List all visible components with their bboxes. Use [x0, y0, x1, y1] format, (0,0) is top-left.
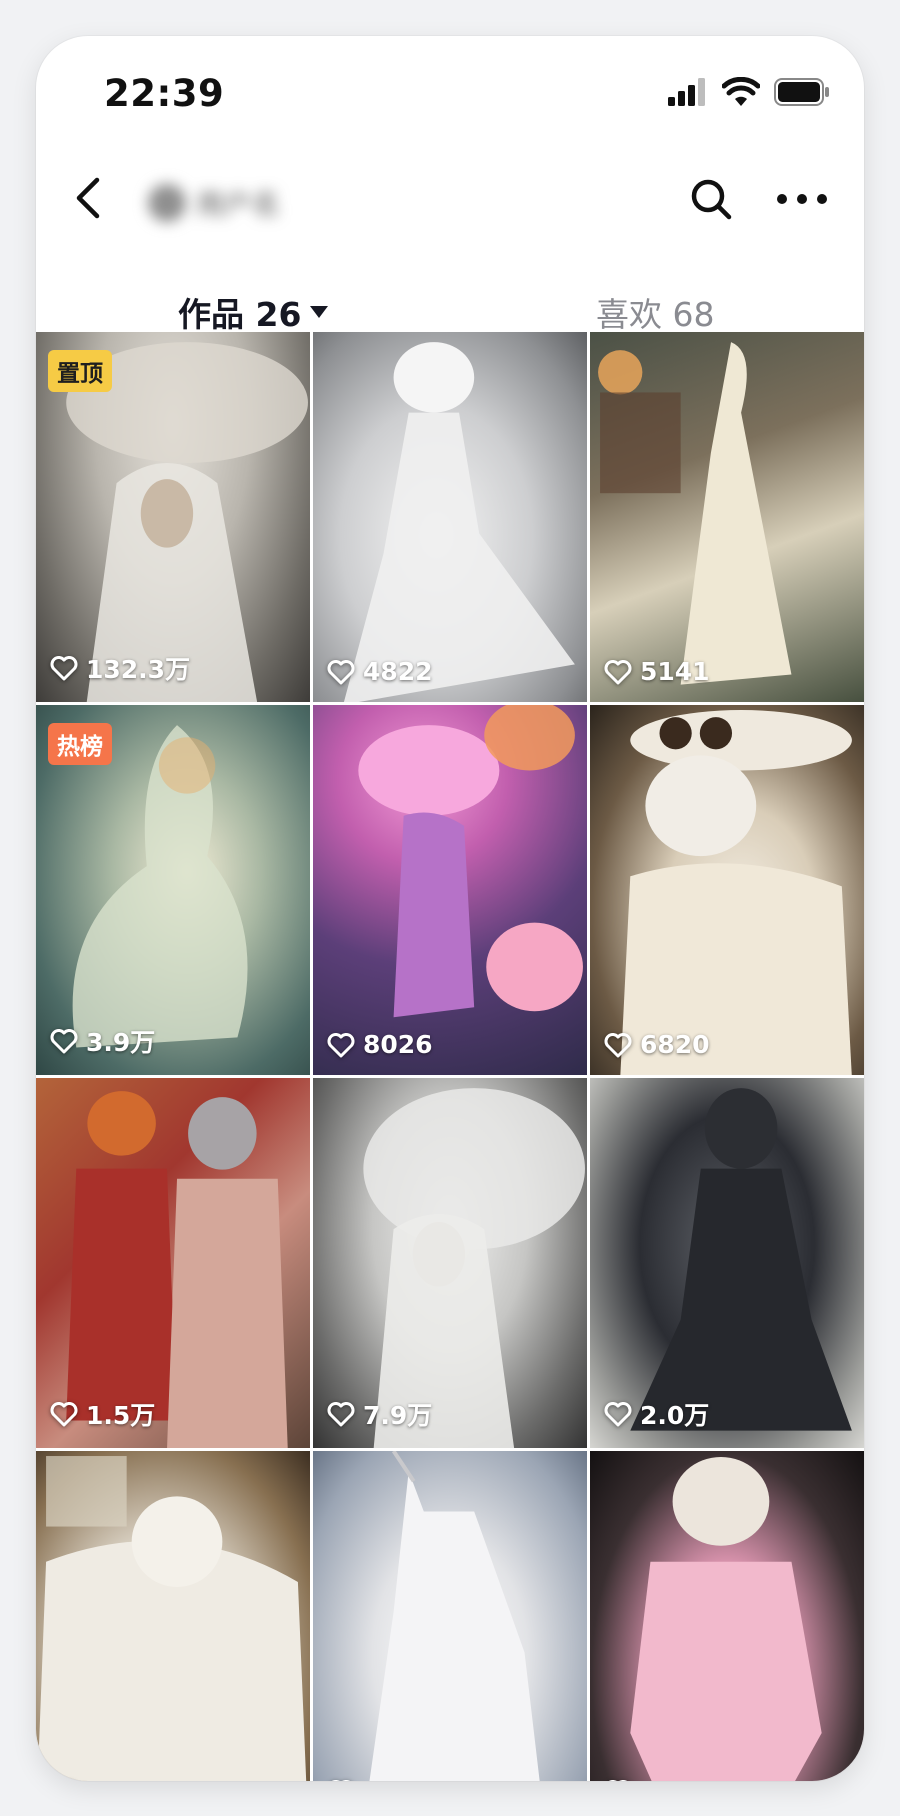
- thumbnail-image: [369, 1451, 540, 1781]
- like-count: [50, 1779, 86, 1781]
- video-thumbnail-white-lion-sofa[interactable]: [36, 1451, 310, 1781]
- thumbnail-image: [598, 342, 792, 685]
- like-count: [604, 1779, 640, 1781]
- tab-likes-label: 喜欢 68: [596, 295, 715, 334]
- like-count-text: 1.5万: [86, 1401, 156, 1430]
- like-count-text: 4822: [363, 657, 433, 686]
- thumbnail-image: [630, 1457, 822, 1781]
- status-bar: 22:39: [36, 36, 864, 146]
- heart-icon: [604, 659, 632, 684]
- tab-works[interactable]: 作品 26: [178, 288, 329, 336]
- heart-icon: [327, 659, 355, 684]
- tab-likes[interactable]: 喜欢 68: [596, 288, 714, 336]
- heart-icon: [608, 1780, 628, 1781]
- status-icons: [668, 74, 830, 110]
- like-count-text: 2.0万: [640, 1401, 710, 1430]
- video-thumbnail-white-cat-gown[interactable]: 4822: [313, 332, 587, 702]
- video-thumbnail-crane-robe[interactable]: [313, 1451, 587, 1781]
- video-thumbnail-dog-sunglasses[interactable]: 6820: [590, 705, 864, 1075]
- caret-down-icon: [310, 306, 329, 318]
- thumbnail-image: [343, 342, 575, 702]
- more-options-icon[interactable]: [774, 186, 830, 212]
- like-count: 8026: [327, 1030, 433, 1059]
- video-thumbnail-jellyfish-girl[interactable]: 8026: [313, 705, 587, 1075]
- video-thumbnail-white-dragon-man[interactable]: 置顶 132.3万: [36, 332, 310, 702]
- trending-badge: 热榜: [48, 723, 112, 765]
- video-thumbnail-black-cat-dress[interactable]: 2.0万: [590, 1078, 864, 1448]
- like-count: 7.9万: [327, 1396, 432, 1432]
- heart-icon: [604, 1032, 632, 1057]
- video-thumbnail-fox-and-rabbit[interactable]: 1.5万: [36, 1078, 310, 1448]
- like-count: 5141: [604, 657, 710, 686]
- battery-icon: [774, 78, 829, 106]
- heart-icon: [327, 1402, 355, 1427]
- like-count-text: 3.9万: [86, 1028, 156, 1057]
- heart-icon: [54, 1780, 74, 1781]
- video-thumbnail-cloud-spirit[interactable]: 热榜 3.9万: [36, 705, 310, 1075]
- like-count: 4822: [327, 657, 433, 686]
- like-count-text: 7.9万: [363, 1401, 433, 1430]
- thumbnail-image: [363, 1088, 585, 1448]
- like-count: 6820: [604, 1030, 710, 1059]
- like-count-text: 132.3万: [86, 655, 191, 684]
- thumbnail-image: [620, 710, 852, 1075]
- like-count-text: 6820: [640, 1030, 710, 1059]
- heart-icon: [50, 656, 78, 681]
- heart-icon: [50, 1029, 78, 1054]
- status-time: 22:39: [104, 72, 225, 115]
- header-bar: 用户名: [36, 160, 864, 240]
- thumbnail-image: [66, 1091, 288, 1448]
- thumbnail-image: [37, 1456, 307, 1781]
- pinned-badge: 置顶: [48, 350, 112, 392]
- tab-works-label: 作品 26: [178, 295, 302, 334]
- wifi-icon: [722, 77, 760, 106]
- search-icon[interactable]: [688, 176, 734, 222]
- video-thumbnail-white-dragon-elf[interactable]: 7.9万: [313, 1078, 587, 1448]
- like-count: 1.5万: [50, 1396, 155, 1432]
- like-count-text: 5141: [640, 657, 710, 686]
- profile-title-blurred: 用户名: [148, 184, 298, 222]
- like-count: 132.3万: [50, 650, 190, 686]
- heart-icon: [604, 1402, 632, 1427]
- heart-icon: [331, 1780, 351, 1781]
- avatar: [148, 184, 186, 222]
- profile-name: 用户名: [196, 188, 281, 221]
- thumbnail-image: [630, 1088, 852, 1431]
- like-count: 3.9万: [50, 1023, 155, 1059]
- like-count: 2.0万: [604, 1396, 709, 1432]
- like-count-text: 8026: [363, 1030, 433, 1059]
- back-arrow-icon[interactable]: [64, 172, 116, 224]
- signal-icon: [668, 78, 705, 106]
- phone-screen: 22:39 用户名 作品 26 喜欢 68 置顶 132.3万 4822 514…: [36, 36, 864, 1781]
- heart-icon: [50, 1402, 78, 1427]
- heart-icon: [327, 1032, 355, 1057]
- thumbnail-image: [358, 705, 583, 1018]
- video-thumbnail-cat-pink-suit[interactable]: [590, 1451, 864, 1781]
- like-count: [327, 1779, 363, 1781]
- video-grid: 置顶 132.3万 4822 5141 热榜 3.9万 8026 6820 1.…: [36, 332, 864, 1781]
- video-thumbnail-white-peacock[interactable]: 5141: [590, 332, 864, 702]
